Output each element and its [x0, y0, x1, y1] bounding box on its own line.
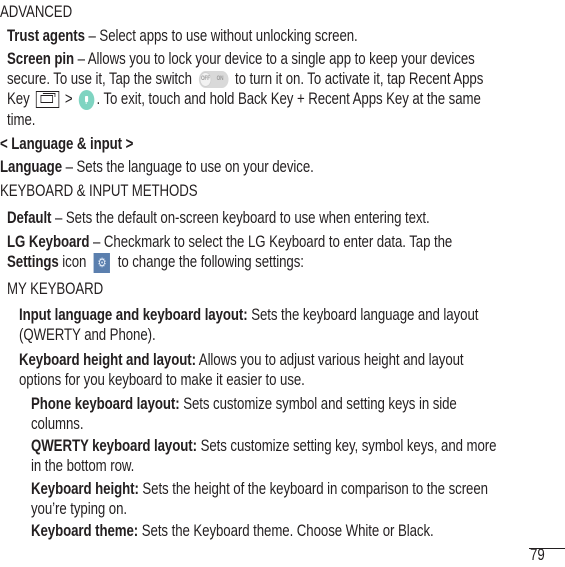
- input-language-layout-term: Input language and keyboard layout:: [19, 305, 248, 324]
- lg-keyboard-line-2: Settings icon ⚙ to change the following …: [7, 252, 304, 273]
- keyboard-methods-heading: KEYBOARD & INPUT METHODS: [0, 181, 198, 200]
- screen-pin-text-2b: to turn it on. To activate it, tap Recen…: [234, 69, 484, 88]
- lg-keyboard-line-1: LG Keyboard – Checkmark to select the LG…: [7, 232, 452, 252]
- lg-keyboard-text-2b: to change the following settings:: [117, 252, 304, 271]
- screen-pin-line-1: Screen pin – Allows you to lock your dev…: [7, 49, 475, 69]
- input-language-layout-text-1: Sets the keyboard language and layout: [247, 305, 479, 324]
- keyboard-theme-line-1: Keyboard theme: Sets the Keyboard theme.…: [31, 521, 434, 541]
- input-language-layout-line-2: (QWERTY and Phone).: [19, 325, 156, 344]
- default-text: – Sets the default on-screen keyboard to…: [51, 208, 430, 227]
- screen-pin-line-4: time.: [7, 110, 36, 129]
- page-number: 79: [530, 545, 545, 564]
- settings-gear-icon: ⚙: [93, 252, 111, 273]
- qwerty-keyboard-layout-line-1: QWERTY keyboard layout: Sets customize s…: [31, 436, 497, 456]
- language-input-heading: < Language & input >: [0, 134, 134, 153]
- keyboard-height-line-1: Keyboard height: Sets the height of the …: [31, 479, 488, 499]
- recent-apps-key-icon: [35, 91, 59, 109]
- keyboard-theme-term: Keyboard theme:: [31, 521, 139, 540]
- switch-on-label: ON: [216, 76, 224, 83]
- keyboard-height-layout-line-2: options for you keyboard to make it easi…: [19, 370, 305, 389]
- language-term: Language: [0, 157, 63, 176]
- screen-pin-gt: >: [64, 89, 73, 108]
- advanced-heading: ADVANCED: [0, 2, 73, 21]
- qwerty-keyboard-layout-line-2: in the bottom row.: [31, 456, 135, 475]
- my-keyboard-heading: MY KEYBOARD: [7, 279, 104, 298]
- trust-agents-text: – Select apps to use without unlocking s…: [84, 26, 358, 45]
- toggle-switch-icon: OFF ON: [198, 71, 229, 89]
- keyboard-height-layout-text-1: Allows you to adjust various height and …: [195, 350, 464, 369]
- qwerty-keyboard-layout-text-1: Sets customize setting key, symbol keys,…: [196, 436, 497, 455]
- phone-keyboard-layout-text-1: Sets customize symbol and setting keys i…: [179, 394, 457, 413]
- screen-pin-term: Screen pin: [7, 49, 75, 68]
- keyboard-height-text-1: Sets the height of the keyboard in compa…: [138, 479, 488, 498]
- pin-stem: [85, 100, 87, 104]
- phone-keyboard-layout-line-2: columns.: [31, 414, 84, 433]
- trust-agents-term: Trust agents: [7, 26, 85, 45]
- screen-pin-text-3b: . To exit, touch and hold Back Key + Rec…: [96, 89, 481, 108]
- default-term: Default: [7, 208, 52, 227]
- pin-icon: [78, 89, 95, 110]
- phone-keyboard-layout-line-1: Phone keyboard layout: Sets customize sy…: [31, 394, 457, 414]
- lg-keyboard-text-1: – Checkmark to select the LG Keyboard to…: [89, 232, 453, 251]
- settings-term: Settings: [7, 252, 59, 271]
- screen-pin-line-2: secure. To use it, Tap the switch OFF ON…: [7, 69, 483, 89]
- keyboard-height-line-2: you’re typing on.: [31, 499, 127, 518]
- screen-pin-text-1: – Allows you to lock your device to a si…: [74, 49, 475, 68]
- switch-off-label: OFF: [200, 76, 211, 83]
- default-item: Default – Sets the default on-screen key…: [7, 208, 430, 228]
- keyboard-height-term: Keyboard height:: [31, 479, 139, 498]
- lg-keyboard-term: LG Keyboard: [7, 232, 90, 251]
- gear-glyph: ⚙: [97, 254, 107, 270]
- lg-keyboard-text-2a: icon: [58, 252, 87, 271]
- keyboard-height-layout-term: Keyboard height and layout:: [19, 350, 196, 369]
- language-text: – Sets the language to use on your devic…: [62, 157, 314, 176]
- recent-apps-front-rect: [40, 95, 53, 104]
- screen-pin-text-3a: Key: [7, 89, 30, 108]
- screen-pin-line-3: Key > . To exit, touch and hold Back Key…: [7, 89, 481, 110]
- keyboard-height-layout-line-1: Keyboard height and layout: Allows you t…: [19, 350, 464, 370]
- trust-agents-item: Trust agents – Select apps to use withou…: [7, 26, 358, 46]
- language-item: Language – Sets the language to use on y…: [0, 157, 314, 177]
- qwerty-keyboard-layout-term: QWERTY keyboard layout:: [31, 436, 197, 455]
- phone-keyboard-layout-term: Phone keyboard layout:: [31, 394, 180, 413]
- keyboard-theme-text-1: Sets the Keyboard theme. Choose White or…: [138, 521, 434, 540]
- screen-pin-text-2a: secure. To use it, Tap the switch: [7, 69, 192, 88]
- input-language-layout-line-1: Input language and keyboard layout: Sets…: [19, 305, 478, 325]
